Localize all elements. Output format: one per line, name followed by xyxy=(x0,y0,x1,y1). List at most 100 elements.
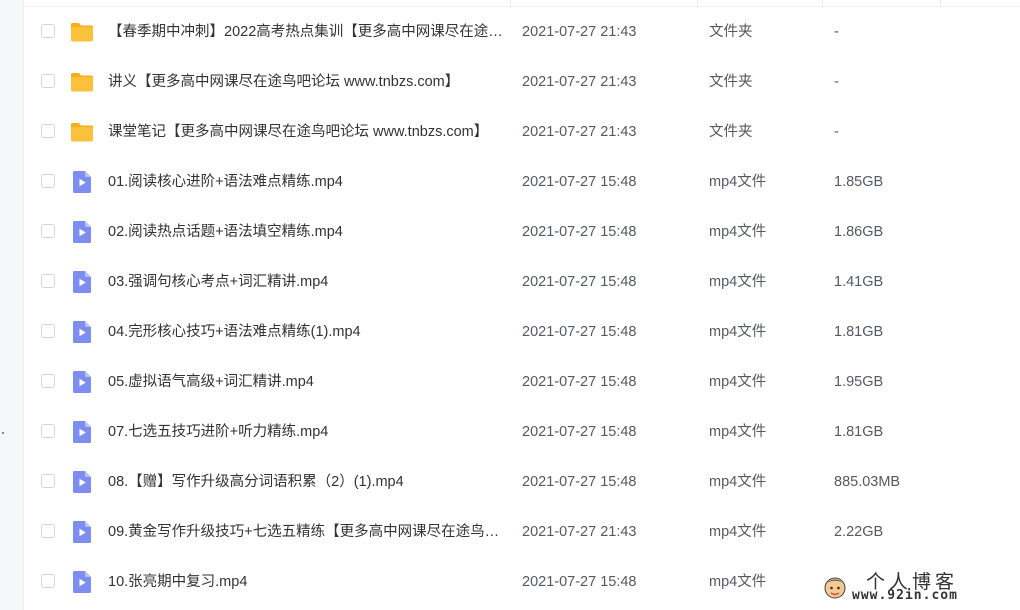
file-type: mp4文件 xyxy=(709,174,767,190)
file-size: 1.95GB xyxy=(834,374,884,390)
folder-icon xyxy=(71,73,93,92)
video-file-icon xyxy=(70,320,94,344)
file-name[interactable]: 04.完形核心技巧+语法难点精练(1).mp4 xyxy=(108,307,508,357)
file-modified-date: 2021-07-27 21:43 xyxy=(522,24,637,40)
file-size: - xyxy=(834,24,839,40)
video-file-icon xyxy=(73,321,91,343)
file-type: mp4文件 xyxy=(709,474,767,490)
row-checkbox[interactable] xyxy=(41,24,55,38)
file-size: - xyxy=(834,124,839,140)
file-row[interactable]: 05.虚拟语气高级+词汇精讲.mp4 2021-07-27 15:48 mp4文… xyxy=(24,357,1020,407)
video-file-icon xyxy=(70,220,94,244)
folder-icon xyxy=(70,70,94,94)
file-list: 【春季期中冲刺】2022高考热点集训【更多高中网课尽在途鸟吧论坛 www.tnb… xyxy=(24,7,1020,607)
video-file-icon xyxy=(73,221,91,243)
file-size: 1.85GB xyxy=(834,174,884,190)
file-modified-date: 2021-07-27 15:48 xyxy=(522,174,637,190)
file-type: mp4文件 xyxy=(709,574,767,590)
row-checkbox[interactable] xyxy=(41,574,55,588)
video-file-icon xyxy=(73,421,91,443)
video-file-icon xyxy=(70,520,94,544)
file-row[interactable]: 讲义【更多高中网课尽在途鸟吧论坛 www.tnbzs.com】 2021-07-… xyxy=(24,57,1020,107)
file-row[interactable]: 01.阅读核心进阶+语法难点精练.mp4 2021-07-27 15:48 mp… xyxy=(24,157,1020,207)
video-file-icon xyxy=(70,570,94,594)
column-separator xyxy=(697,0,698,7)
file-name[interactable]: 08.【赠】写作升级高分词语积累（2）(1).mp4 xyxy=(108,457,508,507)
row-checkbox[interactable] xyxy=(41,424,55,438)
video-file-icon xyxy=(73,571,91,593)
watermark-url: www.92in.com xyxy=(852,588,958,603)
file-type: 文件夹 xyxy=(709,124,753,140)
row-checkbox[interactable] xyxy=(41,174,55,188)
sidebar-dot xyxy=(2,432,4,434)
row-checkbox[interactable] xyxy=(41,474,55,488)
file-modified-date: 2021-07-27 15:48 xyxy=(522,324,637,340)
file-size: - xyxy=(834,74,839,90)
file-modified-date: 2021-07-27 15:48 xyxy=(522,374,637,390)
column-separator xyxy=(822,0,823,7)
video-file-icon xyxy=(70,370,94,394)
file-type: mp4文件 xyxy=(709,224,767,240)
video-file-icon xyxy=(70,270,94,294)
file-row[interactable]: 07.七选五技巧进阶+听力精练.mp4 2021-07-27 15:48 mp4… xyxy=(24,407,1020,457)
file-name[interactable]: 01.阅读核心进阶+语法难点精练.mp4 xyxy=(108,157,508,207)
folder-icon xyxy=(71,23,93,42)
file-name[interactable]: 09.黄金写作升级技巧+七选五精练【更多高中网课尽在途鸟吧论坛 www.tnbz… xyxy=(108,507,508,557)
folder-icon xyxy=(70,20,94,44)
video-file-icon xyxy=(70,170,94,194)
file-type: mp4文件 xyxy=(709,524,767,540)
file-type: mp4文件 xyxy=(709,374,767,390)
file-size: 1.81GB xyxy=(834,424,884,440)
folder-icon xyxy=(70,120,94,144)
video-file-icon xyxy=(73,271,91,293)
file-row[interactable]: 课堂笔记【更多高中网课尽在途鸟吧论坛 www.tnbzs.com】 2021-0… xyxy=(24,107,1020,157)
row-checkbox[interactable] xyxy=(41,524,55,538)
column-header-strip xyxy=(24,0,1020,7)
column-separator xyxy=(510,0,511,7)
file-size: 1.86GB xyxy=(834,224,884,240)
file-name[interactable]: 02.阅读热点话题+语法填空精练.mp4 xyxy=(108,207,508,257)
file-name[interactable]: 【春季期中冲刺】2022高考热点集训【更多高中网课尽在途鸟吧论坛 www.tnb… xyxy=(108,7,508,57)
left-sidebar-edge xyxy=(0,0,24,610)
file-name[interactable]: 05.虚拟语气高级+词汇精讲.mp4 xyxy=(108,357,508,407)
row-checkbox[interactable] xyxy=(41,274,55,288)
row-checkbox[interactable] xyxy=(41,124,55,138)
row-checkbox[interactable] xyxy=(41,374,55,388)
file-size: 885.03MB xyxy=(834,474,901,490)
video-file-icon xyxy=(70,470,94,494)
file-name[interactable]: 讲义【更多高中网课尽在途鸟吧论坛 www.tnbzs.com】 xyxy=(108,57,508,107)
row-checkbox[interactable] xyxy=(41,324,55,338)
video-file-icon xyxy=(73,471,91,493)
file-name[interactable]: 03.强调句核心考点+词汇精讲.mp4 xyxy=(108,257,508,307)
file-modified-date: 2021-07-27 21:43 xyxy=(522,124,637,140)
file-size: 2.22GB xyxy=(834,524,884,540)
file-row[interactable]: 09.黄金写作升级技巧+七选五精练【更多高中网课尽在途鸟吧论坛 www.tnbz… xyxy=(24,507,1020,557)
file-modified-date: 2021-07-27 15:48 xyxy=(522,574,637,590)
file-name[interactable]: 07.七选五技巧进阶+听力精练.mp4 xyxy=(108,407,508,457)
file-size: 1.41GB xyxy=(834,274,884,290)
file-row[interactable]: 08.【赠】写作升级高分词语积累（2）(1).mp4 2021-07-27 15… xyxy=(24,457,1020,507)
watermark-avatar-icon xyxy=(824,577,846,599)
file-row[interactable]: 04.完形核心技巧+语法难点精练(1).mp4 2021-07-27 15:48… xyxy=(24,307,1020,357)
file-modified-date: 2021-07-27 15:48 xyxy=(522,274,637,290)
file-modified-date: 2021-07-27 15:48 xyxy=(522,474,637,490)
file-name[interactable]: 课堂笔记【更多高中网课尽在途鸟吧论坛 www.tnbzs.com】 xyxy=(108,107,508,157)
file-row[interactable]: 03.强调句核心考点+词汇精讲.mp4 2021-07-27 15:48 mp4… xyxy=(24,257,1020,307)
video-file-icon xyxy=(73,171,91,193)
file-modified-date: 2021-07-27 15:48 xyxy=(522,224,637,240)
file-row[interactable]: 【春季期中冲刺】2022高考热点集训【更多高中网课尽在途鸟吧论坛 www.tnb… xyxy=(24,7,1020,57)
row-checkbox[interactable] xyxy=(41,74,55,88)
folder-icon xyxy=(71,123,93,142)
video-file-icon xyxy=(73,371,91,393)
file-modified-date: 2021-07-27 15:48 xyxy=(522,424,637,440)
file-name[interactable]: 10.张亮期中复习.mp4 xyxy=(108,557,508,607)
video-file-icon xyxy=(73,521,91,543)
file-modified-date: 2021-07-27 21:43 xyxy=(522,74,637,90)
row-checkbox[interactable] xyxy=(41,224,55,238)
file-type: mp4文件 xyxy=(709,424,767,440)
file-type: mp4文件 xyxy=(709,274,767,290)
file-row[interactable]: 02.阅读热点话题+语法填空精练.mp4 2021-07-27 15:48 mp… xyxy=(24,207,1020,257)
file-modified-date: 2021-07-27 21:43 xyxy=(522,524,637,540)
file-type: 文件夹 xyxy=(709,24,753,40)
file-size: 1.81GB xyxy=(834,324,884,340)
